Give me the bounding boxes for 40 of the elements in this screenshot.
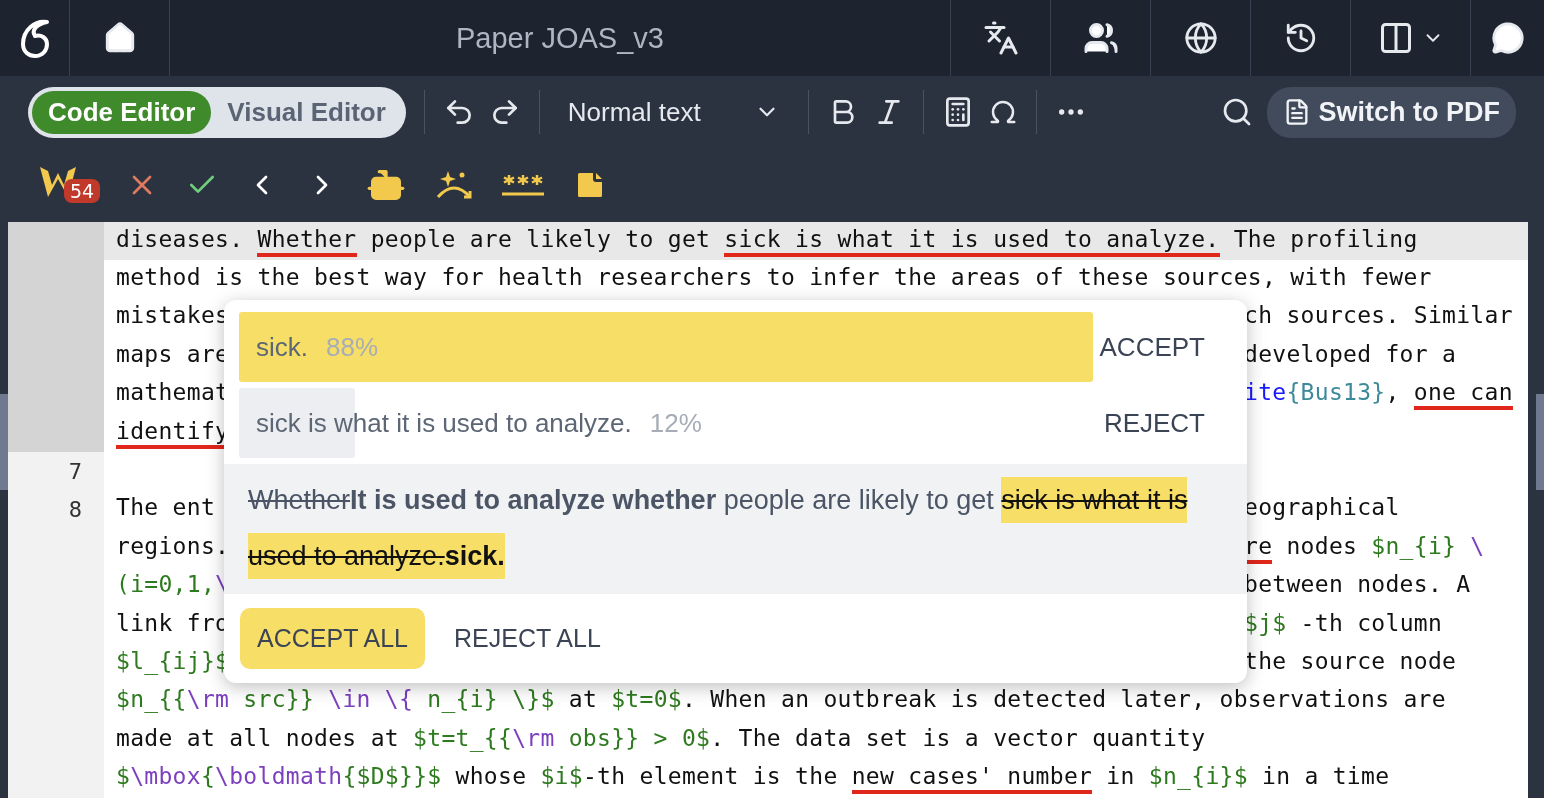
code-line: mathemat xyxy=(116,379,230,408)
editor-mode-tab[interactable]: Visual Editor xyxy=(211,90,402,134)
suggestion-text[interactable]: sick. xyxy=(256,331,308,363)
code-line: The ent xyxy=(116,494,216,523)
code-line: made at all nodes at $t=t_{{\rm obs}} > 0$. The data set is a vector quantity xyxy=(116,724,1206,754)
code-line: $l_{ij}$ xyxy=(116,648,230,677)
suggestion-action-button[interactable]: REJECT xyxy=(1097,406,1211,440)
editor-mode-tab[interactable]: Code Editor xyxy=(32,90,212,134)
confidence-percent: 12% xyxy=(649,407,702,439)
line-number: 7 xyxy=(68,459,82,485)
suggestion-text[interactable]: sick is what it is used to analyze. xyxy=(256,407,632,439)
collapse-handle[interactable] xyxy=(1536,394,1544,490)
code-line: ch sources. Similar xyxy=(1244,302,1513,331)
code-line: ite{Bus13}, one can xyxy=(1244,379,1513,411)
chat-icon[interactable] xyxy=(1490,21,1525,55)
collapse-handle[interactable] xyxy=(0,394,8,490)
asterisks-icon[interactable] xyxy=(502,173,544,197)
code-line: $n_{{\rm src}} \in \{ n_{i} \}$ at $t=0$. When an outbreak is detected later, observations are xyxy=(116,686,1446,715)
line-number: 8 xyxy=(68,497,82,523)
translate-icon[interactable] xyxy=(982,20,1019,56)
reject-all-button[interactable]: REJECT ALL xyxy=(437,608,618,669)
code-line: $j$ -th column xyxy=(1244,609,1443,638)
code-line: eographical xyxy=(1244,494,1400,523)
text-style-dropdown[interactable]: Normal text xyxy=(557,96,790,128)
code-line: regions. xyxy=(116,532,230,561)
count-badge: 54 xyxy=(64,179,101,203)
accept-all-button[interactable]: ACCEPT ALL xyxy=(240,608,425,669)
globe-icon[interactable] xyxy=(1183,21,1218,55)
document-title: Paper JOAS_v3 xyxy=(455,20,665,56)
code-line: between nodes. A xyxy=(1244,571,1471,600)
code-line: the source node xyxy=(1244,648,1457,676)
code-line: $\mbox{\boldmath{$D$}}$ whose $i$-th element is the new cases' number in $n_{i}$ in a time xyxy=(116,763,1390,795)
code-line: diseases. Whether people are likely to get sick is what it is used to analyze. The profiling xyxy=(116,225,1418,257)
confidence-percent: 88% xyxy=(326,331,379,363)
suggestion-action-button[interactable]: ACCEPT xyxy=(1093,330,1211,364)
users-icon[interactable] xyxy=(1082,20,1119,56)
code-line: developed for a xyxy=(1244,340,1457,369)
code-line: mistakes xyxy=(116,302,230,331)
switch-to-pdf-button[interactable]: Switch to PDF xyxy=(1266,86,1516,138)
code-line: method is the best way for health researchers to infer the areas of these sources, with fewer xyxy=(116,264,1432,293)
